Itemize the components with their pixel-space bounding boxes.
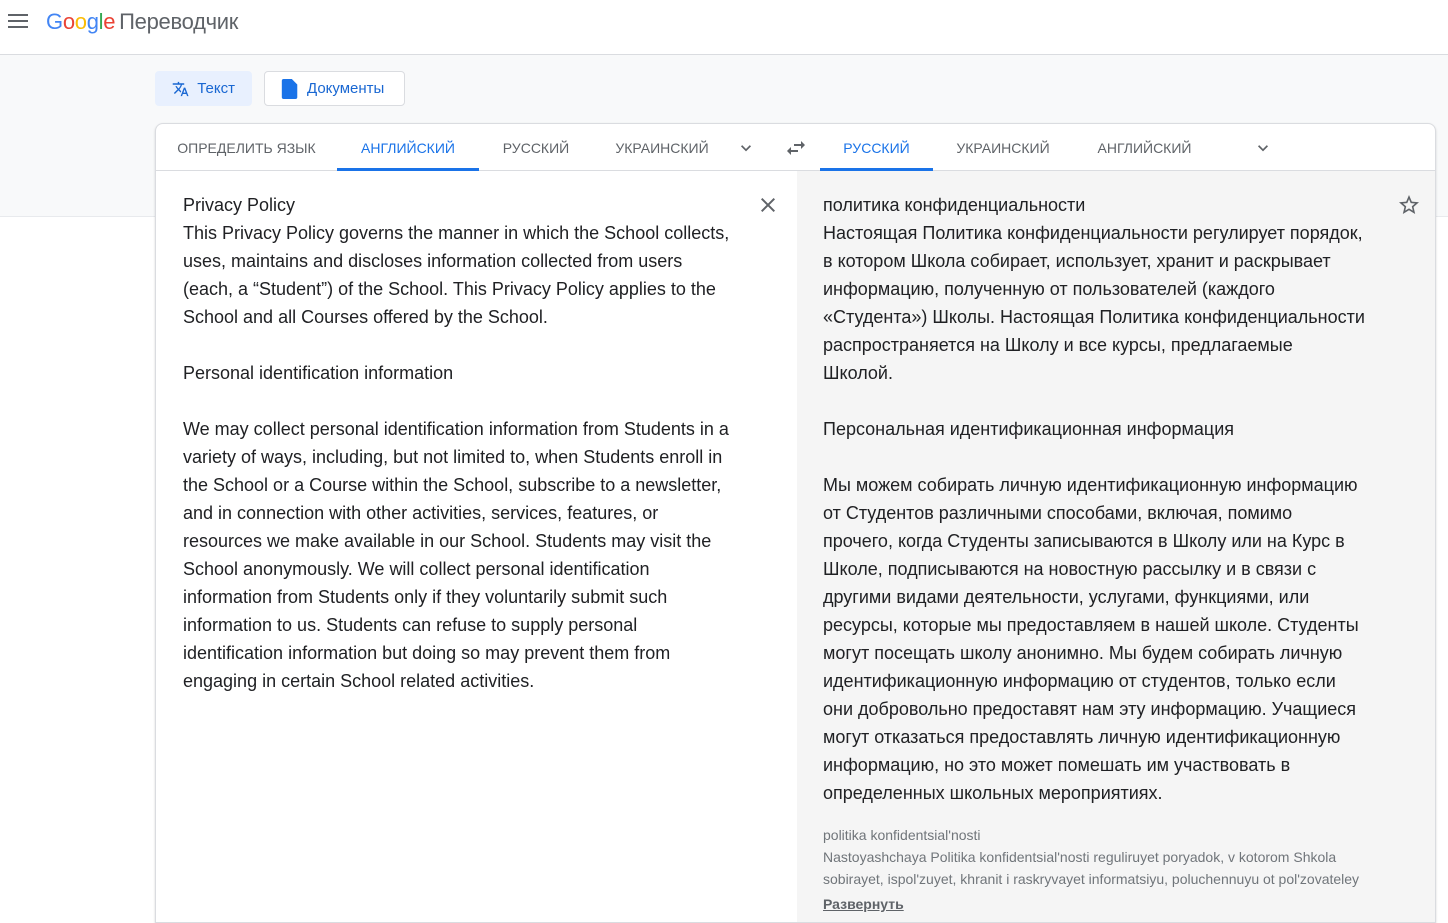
save-translation-star-icon[interactable] <box>1397 193 1421 217</box>
transliteration-text: politika konfidentsial'nosti Nastoyashch… <box>823 827 1360 887</box>
target-tab-english[interactable]: АНГЛИЙСКИЙ <box>1073 124 1216 171</box>
google-translate-logo[interactable]: Google Переводчик <box>46 9 238 35</box>
source-tab-ukrainian[interactable]: УКРАИНСКИЙ <box>593 124 731 171</box>
text-mode-label: Текст <box>197 80 235 97</box>
documents-mode-button[interactable]: Документы <box>264 71 405 106</box>
translate-icon <box>172 81 189 96</box>
target-tab-russian[interactable]: РУССКИЙ <box>820 124 933 171</box>
source-text-input[interactable]: Privacy Policy This Privacy Policy gover… <box>183 191 753 695</box>
translated-text: политика конфиденциальности Настоящая По… <box>823 195 1365 803</box>
source-tab-english[interactable]: АНГЛИЙСКИЙ <box>337 124 479 171</box>
source-tab-detect[interactable]: ОПРЕДЕЛИТЬ ЯЗЫК <box>156 124 337 171</box>
clear-source-close-icon[interactable] <box>756 193 780 217</box>
top-bar: Google Переводчик <box>0 0 1448 55</box>
target-panel: политика конфиденциальности Настоящая По… <box>797 171 1435 922</box>
target-tab-ukrainian[interactable]: УКРАИНСКИЙ <box>933 124 1073 171</box>
text-mode-button[interactable]: Текст <box>155 71 252 106</box>
document-icon <box>281 78 298 99</box>
target-more-languages-chevron-icon[interactable] <box>1253 138 1273 158</box>
swap-languages-icon[interactable] <box>784 136 808 160</box>
translation-card: ОПРЕДЕЛИТЬ ЯЗЫК АНГЛИЙСКИЙ РУССКИЙ УКРАИ… <box>155 123 1436 923</box>
language-tabs: ОПРЕДЕЛИТЬ ЯЗЫК АНГЛИЙСКИЙ РУССКИЙ УКРАИ… <box>156 124 1435 171</box>
main-menu-icon[interactable] <box>8 14 28 30</box>
google-wordmark: Google <box>46 9 116 34</box>
expand-link[interactable]: Развернуть <box>823 896 904 912</box>
product-name: Переводчик <box>119 9 239 34</box>
source-tab-russian[interactable]: РУССКИЙ <box>479 124 593 171</box>
source-more-languages-chevron-icon[interactable] <box>736 138 756 158</box>
documents-mode-label: Документы <box>307 80 385 97</box>
source-panel: Privacy Policy This Privacy Policy gover… <box>156 171 797 922</box>
